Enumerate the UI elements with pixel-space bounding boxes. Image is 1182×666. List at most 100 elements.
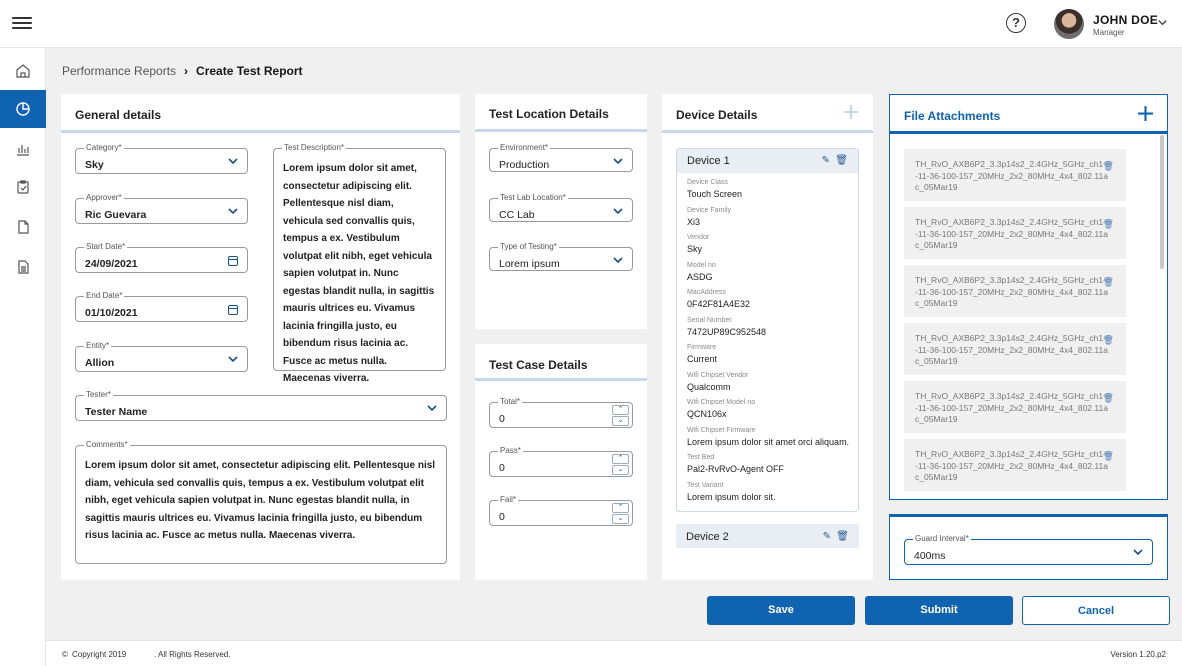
field-value: 0 (499, 511, 505, 523)
panel-title: Device Details (676, 108, 758, 122)
user-role: Manager (1093, 28, 1125, 37)
entity-select[interactable]: Entity* Allion (75, 341, 248, 372)
trash-icon[interactable]: 🗑 (836, 531, 849, 542)
divider (61, 130, 460, 133)
trash-icon[interactable]: 🗑 (1103, 393, 1114, 404)
home-icon[interactable] (0, 52, 46, 90)
chevron-down-icon (1133, 549, 1143, 556)
device-card[interactable]: Device 1 ✎ 🗑 Device Class Touch Screen Dev… (676, 148, 859, 512)
stepper-controls[interactable]: ⌃ ⌄ (612, 503, 629, 525)
trash-icon[interactable]: 🗑 (835, 155, 848, 166)
test-description-textarea[interactable]: Test Description* Lorem ipsum dolor sit … (273, 143, 446, 384)
breadcrumb-parent-link[interactable]: Performance Reports (62, 64, 176, 78)
approver-select[interactable]: Approver* Ric Guevara (75, 193, 248, 224)
attachment-item[interactable]: TH_RvO_AXB6P2_3.3p14s2_2.4GHz_5GHz_ch1-6… (904, 381, 1126, 433)
attachment-filename: TH_RvO_AXB6P2_3.3p14s2_2.4GHz_5GHz_ch1-6… (915, 449, 1111, 482)
environment-select[interactable]: Environment* Production (489, 143, 633, 172)
field-label: Total* (498, 397, 523, 406)
chevron-up-icon[interactable]: ⌃ (612, 454, 629, 464)
chevron-down-icon[interactable]: ⌄ (612, 465, 629, 475)
field-key: Device Family (687, 206, 731, 214)
chevron-up-icon[interactable]: ⌃ (612, 405, 629, 415)
trash-icon[interactable]: 🗑 (1103, 277, 1114, 288)
attachment-item[interactable]: TH_RvO_AXB6P2_3.3p14s2_2.4GHz_5GHz_ch1-6… (904, 265, 1126, 317)
field-key: MacAddress (687, 289, 726, 296)
stepper-controls[interactable]: ⌃ ⌄ (612, 405, 629, 427)
field-key: Wifi Chipset Vendor (687, 371, 749, 379)
start-date-field[interactable]: Start Date* 24/09/2021 (75, 242, 248, 273)
breadcrumb-current: Create Test Report (196, 64, 303, 78)
chevron-down-icon (228, 208, 238, 215)
trash-icon[interactable]: 🗑 (1103, 335, 1114, 346)
field-value: CC Lab (499, 209, 535, 221)
category-select[interactable]: Category* Sky (75, 143, 248, 174)
field-label: Entity* (84, 341, 112, 350)
help-icon[interactable]: ? (1006, 13, 1026, 33)
attachment-item[interactable]: TH_RvO_AXB6P2_3.3p14s2_2.4GHz_5GHz_ch1-6… (904, 149, 1126, 201)
document-icon[interactable] (0, 208, 46, 246)
fail-stepper[interactable]: Fail* 0 ⌃ ⌄ (489, 495, 633, 526)
field-value: Current (687, 354, 718, 364)
stepper-controls[interactable]: ⌃ ⌄ (612, 454, 629, 476)
trash-icon[interactable]: 🗑 (1103, 219, 1114, 230)
submit-button[interactable]: Submit (865, 596, 1013, 625)
field-label: End Date* (84, 291, 125, 300)
top-bar: ? JOHN DOE Manager (0, 0, 1182, 48)
chevron-up-icon[interactable]: ⌃ (612, 503, 629, 513)
divider (662, 130, 873, 133)
chevron-down-icon[interactable]: ⌄ (612, 416, 629, 426)
clipboard-check-icon[interactable] (0, 168, 46, 206)
trash-icon[interactable]: 🗑 (1103, 161, 1114, 172)
reports-pie-icon[interactable] (0, 90, 46, 128)
tester-select[interactable]: Tester* Tester Name (75, 390, 447, 421)
chevron-down-icon (228, 356, 238, 363)
device-card[interactable]: Device 2 ✎ 🗑 (676, 524, 859, 548)
field-value: 7472UP89C952548 (687, 326, 767, 337)
field-value: Lorem ipsum dolor sit. (687, 491, 776, 502)
add-device-plus-icon[interactable] (843, 104, 859, 120)
trash-icon[interactable]: 🗑 (1103, 451, 1114, 462)
test-lab-location-select[interactable]: Test Lab Location* CC Lab (489, 193, 633, 222)
field-key: Firmware (687, 344, 717, 351)
hamburger-menu-icon[interactable] (12, 14, 32, 34)
chevron-down-icon (613, 257, 623, 264)
calendar-icon[interactable] (228, 256, 238, 266)
type-of-testing-select[interactable]: Type of Testing* Lorem ipsum (489, 242, 633, 271)
field-value: Lorem ipsum (499, 258, 560, 270)
field-value: Lorem ipsum dolor sit amet, consectetur … (283, 163, 435, 384)
field-value: 0 (499, 462, 505, 474)
field-value: Lorem ipsum dolor sit amet, consectetur … (85, 460, 436, 541)
guard-interval-select[interactable]: Guard Interval* 400ms (904, 534, 1153, 565)
calendar-icon[interactable] (228, 305, 238, 315)
pass-stepper[interactable]: Pass* 0 ⌃ ⌄ (489, 446, 633, 477)
field-value: Touch Screen (687, 189, 743, 199)
chevron-down-icon[interactable]: ⌄ (612, 514, 629, 524)
total-stepper[interactable]: Total* 0 ⌃ ⌄ (489, 397, 633, 428)
attachment-item[interactable]: TH_RvO_AXB6P2_3.3p14s2_2.4GHz_5GHz_ch1-6… (904, 439, 1126, 491)
attachment-item[interactable]: TH_RvO_AXB6P2_3.3p14s2_2.4GHz_5GHz_ch1-6… (904, 207, 1126, 259)
edit-pencil-icon[interactable]: ✎ (823, 531, 831, 542)
divider (475, 129, 647, 132)
field-value: Tester Name (85, 406, 148, 418)
field-value: 0 (499, 413, 505, 425)
end-date-field[interactable]: End Date* 01/10/2021 (75, 291, 248, 322)
bar-chart-icon[interactable] (0, 130, 46, 168)
cancel-button[interactable]: Cancel (1022, 596, 1170, 625)
version-text: Version 1.20.p2 (1110, 650, 1166, 659)
document-lines-icon[interactable] (0, 248, 46, 286)
panel-title: General details (75, 108, 162, 122)
add-attachment-plus-icon[interactable] (1137, 105, 1154, 122)
breadcrumb: Performance Reports › Create Test Report (62, 64, 303, 78)
save-button[interactable]: Save (707, 596, 855, 625)
field-label: Test Description* (282, 143, 347, 152)
scrollbar-thumb[interactable] (1160, 135, 1164, 269)
field-label: Tester* (84, 390, 113, 399)
field-label: Comments* (84, 440, 130, 449)
field-value: Sky (85, 159, 104, 171)
edit-pencil-icon[interactable]: ✎ (822, 155, 830, 166)
field-value: 0F42F81A4E32 (687, 299, 751, 309)
chevron-down-icon[interactable] (1157, 17, 1168, 31)
avatar[interactable] (1054, 9, 1084, 39)
attachment-item[interactable]: TH_RvO_AXB6P2_3.3p14s2_2.4GHz_5GHz_ch1-6… (904, 323, 1126, 375)
comments-textarea[interactable]: Comments* Lorem ipsum dolor sit amet, co… (75, 440, 447, 564)
